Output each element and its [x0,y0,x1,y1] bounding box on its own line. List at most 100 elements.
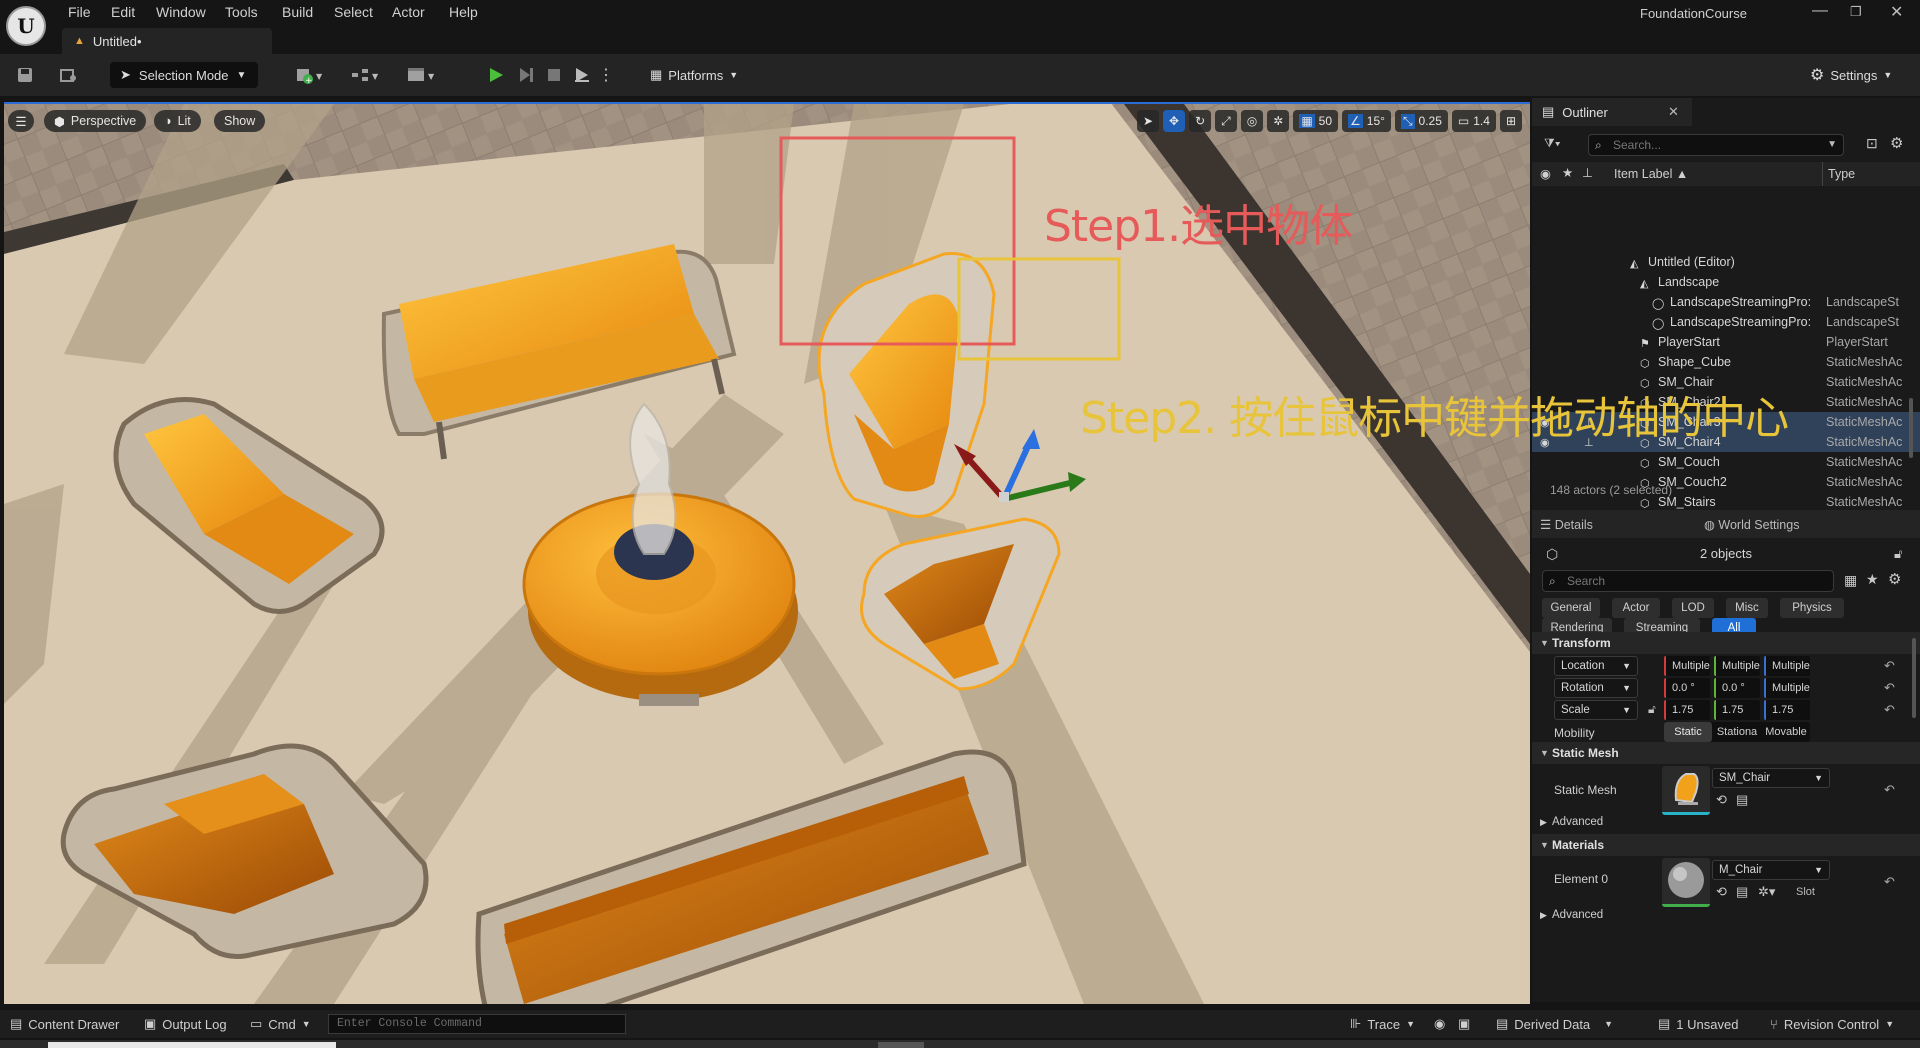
rotation-z[interactable]: Multiple [1764,678,1810,698]
type-column[interactable]: Type [1828,167,1855,181]
star-icon[interactable]: ★ [1866,571,1879,588]
mobility-movable[interactable]: Movable [1762,722,1810,742]
use-selected-icon[interactable]: ⟲ [1716,884,1727,900]
favorite-header-icon[interactable]: ★ [1562,165,1573,180]
mobility-static[interactable]: Static [1664,722,1712,742]
reset-rotation-icon[interactable]: ↶ [1884,680,1895,696]
console-input[interactable]: Enter Console Command [328,1014,626,1034]
static-mesh-section[interactable]: ▼ Static Mesh [1532,742,1920,764]
save-icon[interactable] [14,61,36,89]
rotation-dropdown[interactable]: Rotation ▼ [1554,678,1638,698]
unreal-logo-icon[interactable]: U [6,6,46,46]
reset-material-icon[interactable]: ↶ [1884,874,1895,890]
outliner-scrollbar[interactable] [1909,398,1913,458]
filter-lod[interactable]: LOD [1672,598,1714,618]
outliner-row[interactable]: ◯ LandscapeStreamingPro: LandscapeSt [1532,292,1920,312]
trace-dropdown[interactable]: ⊪ Trace ▼ [1350,1010,1415,1038]
taskbar-item[interactable] [878,1042,924,1048]
tab-world-settings[interactable]: ◍ World Settings [1704,517,1799,532]
grid-snap-button[interactable]: ▦ 50 [1293,110,1339,132]
browse-icon[interactable] [58,61,80,89]
static-mesh-thumbnail[interactable] [1662,766,1710,815]
gear-icon[interactable]: ⚙ [1890,134,1903,152]
camera-speed-button[interactable]: ▭ 1.4 [1451,110,1496,132]
minimize-icon[interactable]: — [1812,2,1828,20]
blueprint-icon[interactable]: ▼ [346,61,386,89]
menu-build[interactable]: Build [282,4,313,20]
filter-misc[interactable]: Misc [1726,598,1768,618]
revision-control-dropdown[interactable]: ⑂ Revision Control ▼ [1770,1010,1894,1038]
scale-x[interactable]: 1.75 [1664,700,1710,720]
scale-y[interactable]: 1.75 [1714,700,1760,720]
rotation-y[interactable]: 0.0 ° [1714,678,1760,698]
step-icon[interactable] [515,61,537,89]
menu-tools[interactable]: Tools [225,4,258,20]
show-button[interactable]: Show [214,110,266,132]
rotation-x[interactable]: 0.0 ° [1664,678,1710,698]
scale-snap-button[interactable]: ⤡ 0.25 [1394,110,1448,132]
materials-section[interactable]: ▼ Materials [1532,834,1920,856]
rotate-tool-icon[interactable]: ↻ [1189,110,1212,132]
content-drawer-button[interactable]: ▤ Content Drawer [10,1010,119,1038]
record-icon[interactable]: ◉ [1434,1010,1445,1038]
menu-file[interactable]: File [68,4,91,20]
menu-actor[interactable]: Actor [392,4,425,20]
play-icon[interactable] [485,61,507,89]
item-label-column[interactable]: Item Label ▲ [1614,167,1688,181]
material-options-icon[interactable]: ✲▾ [1758,884,1775,900]
scale-dropdown[interactable]: Scale ▼ [1554,700,1638,720]
mobility-stationary[interactable]: Stationa [1713,722,1761,742]
browse-asset-icon[interactable]: ▤ [1736,792,1748,808]
cinematics-icon[interactable]: ▼ [402,61,442,89]
add-folder-icon[interactable]: ⊡ [1866,135,1878,152]
level-viewport[interactable]: ☰ ⬢ Perspective ◑ Lit Show ➤ ✥ ↻ ⤢ ◎ ✲ ▦… [4,102,1530,1004]
scale-z[interactable]: 1.75 [1764,700,1810,720]
column-divider[interactable] [1822,162,1823,186]
surface-snap-icon[interactable]: ✲ [1267,110,1290,132]
viewport-menu-icon[interactable]: ☰ [8,110,34,132]
cmd-dropdown[interactable]: ▭ Cmd ▼ [250,1010,311,1038]
reset-location-icon[interactable]: ↶ [1884,658,1895,674]
stop-icon[interactable] [543,61,565,89]
outliner-row[interactable]: ◭ Untitled (Editor) [1532,252,1920,272]
select-tool-icon[interactable]: ➤ [1136,110,1160,132]
details-search-input[interactable]: ⌕ Search [1542,570,1834,592]
browse-asset-icon[interactable]: ▤ [1736,884,1748,900]
level-tab[interactable]: ▲ Untitled• [62,28,272,54]
screenshot-icon[interactable]: ▣ [1458,1010,1470,1038]
outliner-row[interactable]: ⬡ SM_Couch StaticMeshAc [1532,452,1920,472]
output-log-button[interactable]: ▣ Output Log [144,1010,227,1038]
menu-select[interactable]: Select [334,4,373,20]
static-mesh-dropdown[interactable]: SM_Chair ▼ [1712,768,1830,788]
table-view-icon[interactable]: ▦ [1844,572,1857,589]
settings-button[interactable]: ⚙ Settings ▼ [1810,62,1892,88]
filter-general[interactable]: General [1542,598,1600,618]
platforms-dropdown[interactable]: ▦ Platforms ▼ [650,62,738,88]
tab-details[interactable]: ☰ Details [1540,517,1593,532]
selection-mode-dropdown[interactable]: ➤ Selection Mode ▼ [110,62,258,88]
gear-icon[interactable]: ⚙ [1888,570,1901,588]
location-z[interactable]: Multiple [1764,656,1810,676]
material-thumbnail[interactable] [1662,858,1710,907]
materials-advanced[interactable]: ▶ Advanced [1532,906,1920,924]
outliner-row[interactable]: ◯ LandscapeStreamingPro: LandscapeSt [1532,312,1920,332]
visibility-header-icon[interactable]: ◉ [1540,166,1551,181]
use-selected-icon[interactable]: ⟲ [1716,792,1727,808]
pin-header-icon[interactable]: ⊥ [1582,165,1593,180]
location-x[interactable]: Multiple [1664,656,1710,676]
details-scrollbar[interactable] [1912,638,1916,718]
reset-static-mesh-icon[interactable]: ↶ [1884,782,1895,798]
menu-help[interactable]: Help [449,4,478,20]
static-mesh-advanced[interactable]: ▶ Advanced [1532,812,1920,832]
world-space-icon[interactable]: ◎ [1240,110,1264,132]
location-y[interactable]: Multiple [1714,656,1760,676]
lock-icon[interactable]: 🔓︎ [1894,546,1902,562]
eject-icon[interactable] [571,61,593,89]
outliner-row[interactable]: ◭ Landscape [1532,272,1920,292]
material-dropdown[interactable]: M_Chair ▼ [1712,860,1830,880]
location-dropdown[interactable]: Location ▼ [1554,656,1638,676]
perspective-button[interactable]: ⬢ Perspective [44,110,147,132]
filter-physics[interactable]: Physics [1780,598,1844,618]
menu-window[interactable]: Window [156,4,206,20]
outliner-row[interactable]: ⚑ PlayerStart PlayerStart [1532,332,1920,352]
